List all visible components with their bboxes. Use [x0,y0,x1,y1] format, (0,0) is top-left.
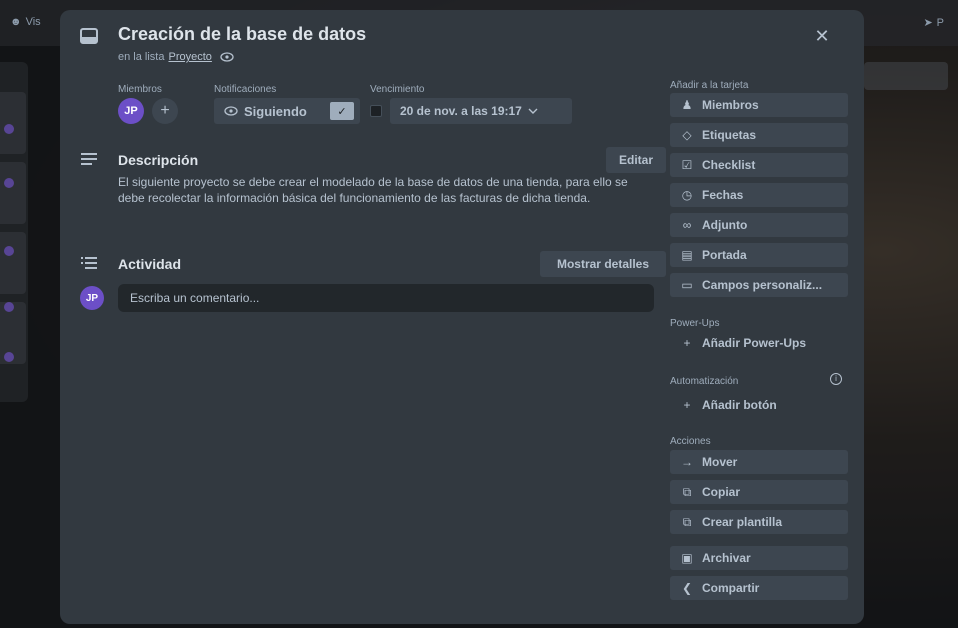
share-button-label: Compartir [702,581,760,595]
labels-button[interactable]: ◇ Etiquetas [670,123,848,147]
copy-icon: ⧉ [682,484,692,499]
due-date-button[interactable]: 20 de nov. a las 19:17 [390,98,572,124]
clock-icon: ◷ [681,188,693,202]
background-avatar [4,178,14,188]
background-list-header [864,62,948,90]
custom-fields-button-label: Campos personaliz... [702,278,823,292]
description-title: Descripción [118,152,199,168]
edit-description-button[interactable]: Editar [606,147,666,173]
close-icon: ✕ [814,26,830,46]
topbar-powerups-label: P [936,16,944,29]
paperclip-icon: ∞ [682,218,692,232]
members-button[interactable]: ♟ Miembros [670,93,848,117]
cover-button-label: Portada [702,248,747,262]
rocket-icon: ➤ [923,17,933,29]
check-icon: ✓ [330,102,354,120]
share-button[interactable]: ❮ Compartir [670,576,848,600]
move-button-label: Mover [702,455,738,469]
archive-icon: ▣ [681,551,693,565]
add-to-card-label: Añadir a la tarjeta [670,80,749,91]
card-title[interactable]: Creación de la base de datos [118,24,366,45]
add-button-button[interactable]: + Añadir botón [670,393,848,417]
copy-button[interactable]: ⧉ Copiar [670,480,848,504]
add-button-label: Añadir botón [702,398,777,412]
avatar[interactable]: JP [118,98,144,124]
add-member-button[interactable]: + [152,98,178,124]
move-button[interactable]: → Mover [670,450,848,474]
archive-button-label: Archivar [702,551,751,565]
activity-icon [80,256,100,276]
background-card[interactable] [0,92,26,154]
automation-label: Automatización [670,376,739,387]
plus-icon: + [160,102,170,119]
show-details-button[interactable]: Mostrar detalles [540,251,666,277]
chevron-down-icon [528,108,538,114]
background-avatar [4,352,14,362]
follow-label: Siguiendo [244,103,307,119]
card-icon [80,28,100,44]
people-icon: ☻ [10,16,22,28]
dates-button-label: Fechas [702,188,744,202]
attachment-button-label: Adjunto [702,218,748,232]
arrow-right-icon: → [681,455,693,469]
topbar-view-item[interactable]: ☻ Vis [10,16,41,28]
list-link[interactable]: Proyecto [168,51,211,63]
card-list-info: en la lista Proyecto [118,51,234,63]
powerups-label: Power-Ups [670,318,720,329]
cover-button[interactable]: ▤ Portada [670,243,848,267]
plus-icon: + [683,398,691,412]
topbar-powerups-item[interactable]: ➤ P [923,16,944,30]
info-icon[interactable]: i [830,373,842,385]
archive-button[interactable]: ▣ Archivar [670,546,848,570]
background-avatar [4,246,14,256]
members-button-label: Miembros [702,98,759,112]
background-avatar [4,302,14,312]
eye-icon [224,106,238,116]
description-icon [80,152,100,172]
background-card[interactable] [0,162,26,224]
comment-input[interactable] [118,284,654,312]
person-icon: ♟ [681,98,693,112]
share-icon: ❮ [681,581,693,595]
make-template-button[interactable]: ⧉ Crear plantilla [670,510,848,534]
actions-label: Acciones [670,436,711,447]
tag-icon: ◇ [682,128,692,142]
custom-fields-button[interactable]: ▭ Campos personaliz... [670,273,848,297]
due-label: Vencimiento [370,84,425,95]
activity-title: Actividad [118,256,182,272]
topbar-view-label: Vis [25,16,41,28]
due-complete-checkbox[interactable] [370,105,382,117]
list-prefix: en la lista [118,51,165,63]
cover-icon: ▤ [681,248,693,262]
checklist-icon: ☑ [681,158,693,172]
close-button[interactable]: ✕ [810,24,834,48]
background-card[interactable] [0,232,26,294]
plus-icon: + [683,336,691,350]
notifications-label: Notificaciones [214,84,277,95]
card-detail-modal: Creación de la base de datos en la lista… [60,10,864,624]
add-powerups-label: Añadir Power-Ups [702,336,807,350]
custom-fields-icon: ▭ [681,278,693,292]
due-date-value: 20 de nov. a las 19:17 [400,104,522,118]
background-avatar [4,124,14,134]
attachment-button[interactable]: ∞ Adjunto [670,213,848,237]
add-powerups-button[interactable]: + Añadir Power-Ups [670,331,848,355]
labels-button-label: Etiquetas [702,128,757,142]
dates-button[interactable]: ◷ Fechas [670,183,848,207]
members-label: Miembros [118,84,162,95]
avatar: JP [80,286,104,310]
checklist-button-label: Checklist [702,158,756,172]
eye-icon [220,52,234,62]
checklist-button[interactable]: ☑ Checklist [670,153,848,177]
background-list-column [0,62,28,402]
make-template-button-label: Crear plantilla [702,515,783,529]
copy-button-label: Copiar [702,485,741,499]
follow-button[interactable]: Siguiendo ✓ [214,98,360,124]
description-text[interactable]: El siguiente proyecto se debe crear el m… [118,174,648,206]
template-icon: ⧉ [682,514,692,529]
